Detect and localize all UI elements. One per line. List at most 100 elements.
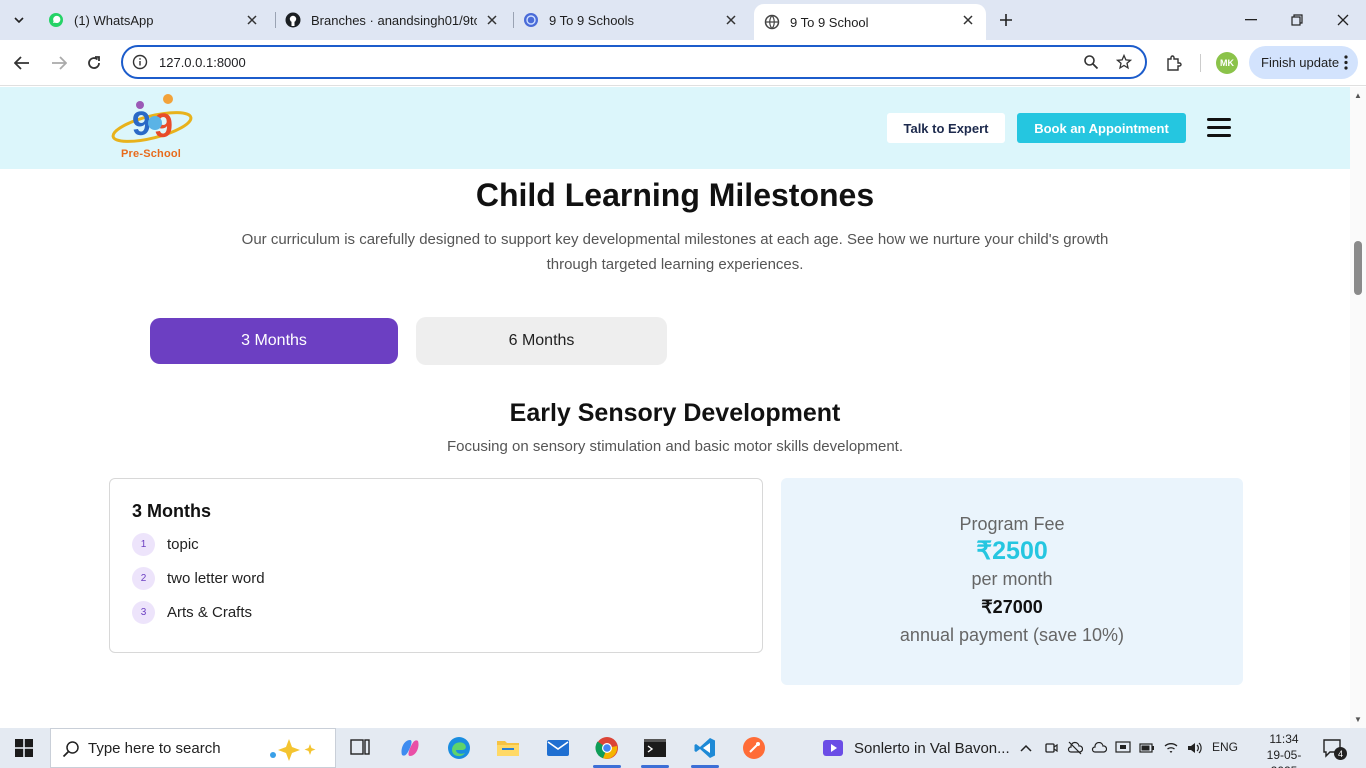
profile-avatar[interactable]: MK: [1216, 52, 1238, 74]
tab-divider: [275, 12, 276, 28]
browser-tab-strip: (1) WhatsApp Branches · anandsingh01/9to…: [0, 0, 1366, 40]
back-button[interactable]: [10, 51, 34, 75]
terminal-icon[interactable]: [635, 732, 675, 768]
item-label: two letter word: [167, 569, 265, 587]
globe-icon: [764, 14, 780, 30]
close-icon[interactable]: [244, 12, 260, 28]
cloud-offline-icon[interactable]: [1067, 740, 1083, 756]
scroll-down-icon[interactable]: ▼: [1353, 714, 1363, 724]
close-icon[interactable]: [960, 12, 976, 28]
arrow-right-icon: [52, 56, 67, 70]
plus-icon: [1000, 14, 1012, 26]
copilot-icon[interactable]: [390, 732, 430, 764]
page-scrollbar[interactable]: ▲ ▼: [1350, 87, 1366, 728]
minimize-button[interactable]: [1228, 0, 1274, 40]
tab-9to9-schools[interactable]: 9 To 9 Schools: [523, 0, 749, 40]
clock-date: 19-05-2025: [1266, 748, 1302, 768]
hamburger-menu-icon[interactable]: [1207, 117, 1233, 139]
file-explorer-icon[interactable]: [488, 732, 528, 764]
fee-period: per month: [971, 569, 1053, 589]
extensions-button[interactable]: [1162, 51, 1186, 75]
volume-icon[interactable]: [1186, 740, 1202, 756]
section-description: Focusing on sensory stimulation and basi…: [446, 438, 904, 455]
media-title: Sonlerto in Val Bavon...: [854, 739, 1010, 757]
media-widget[interactable]: Sonlerto in Val Bavon...: [822, 728, 1010, 768]
chevron-up-icon[interactable]: [1018, 740, 1034, 756]
talk-to-expert-button[interactable]: Talk to Expert: [887, 113, 1005, 143]
address-bar[interactable]: 127.0.0.1:8000: [121, 45, 1147, 79]
fee-annual-amount: ₹27000: [981, 597, 1043, 617]
tab-title: Branches · anandsingh01/9to9n: [311, 12, 477, 28]
postman-icon[interactable]: [734, 732, 774, 764]
close-icon: [1337, 14, 1349, 26]
chrome-icon[interactable]: [587, 732, 627, 768]
video-play-icon: [823, 740, 843, 756]
fee-annual-note: annual payment (save 10%): [899, 625, 1125, 645]
browser-toolbar: 127.0.0.1:8000 MK Finish update: [0, 40, 1366, 86]
kebab-menu-icon: [1344, 55, 1348, 70]
site-header: 9 9 Pre-School Talk to Expert Book an Ap…: [0, 87, 1350, 169]
start-button[interactable]: [0, 728, 48, 768]
tab-divider: [513, 12, 514, 28]
zoom-icon[interactable]: [1083, 54, 1099, 70]
restore-button[interactable]: [1274, 0, 1320, 40]
fee-monthly-amount: ₹2500: [976, 537, 1048, 565]
github-icon: [285, 12, 301, 28]
finish-update-button[interactable]: Finish update: [1249, 46, 1358, 79]
language-indicator[interactable]: ENG: [1212, 740, 1238, 754]
taskbar-search-box[interactable]: Type here to search: [50, 728, 336, 768]
item-label: Arts & Crafts: [167, 603, 253, 621]
edge-icon[interactable]: [439, 732, 479, 764]
close-window-button[interactable]: [1320, 0, 1366, 40]
globe-icon: [524, 13, 538, 27]
tab-whatsapp[interactable]: (1) WhatsApp: [48, 0, 270, 40]
book-appointment-button[interactable]: Book an Appointment: [1017, 113, 1186, 143]
item-label: topic: [167, 535, 199, 553]
whatsapp-icon: [49, 13, 63, 27]
notifications-button[interactable]: 4: [1322, 738, 1347, 760]
forward-button[interactable]: [47, 51, 71, 75]
clock-time: 11:34: [1269, 732, 1299, 746]
close-icon[interactable]: [484, 12, 500, 28]
list-item: 1 topic: [132, 532, 199, 556]
item-number-badge: 3: [132, 600, 155, 624]
tab-search-button[interactable]: [6, 8, 32, 32]
task-view-icon[interactable]: [340, 732, 380, 764]
search-icon: [62, 741, 79, 758]
vscode-icon[interactable]: [685, 732, 725, 768]
sparkle-icon: [270, 739, 316, 761]
bookmark-star-icon[interactable]: [1116, 54, 1132, 70]
clock[interactable]: 11:34 19-05-2025: [1258, 731, 1310, 768]
close-icon[interactable]: [723, 12, 739, 28]
scrollbar-thumb[interactable]: [1354, 241, 1362, 295]
finish-update-label: Finish update: [1261, 55, 1340, 70]
notification-count-badge: 4: [1334, 747, 1347, 760]
list-item: 3 Arts & Crafts: [132, 600, 252, 624]
logo-graphic: 9 9: [111, 94, 193, 145]
url-text[interactable]: 127.0.0.1:8000: [159, 55, 246, 70]
info-icon[interactable]: [132, 54, 148, 70]
wifi-icon[interactable]: [1163, 740, 1179, 756]
section-title: Early Sensory Development: [509, 399, 841, 427]
meet-now-icon[interactable]: [1043, 740, 1059, 756]
minimize-icon: [1245, 19, 1257, 21]
item-number-badge: 2: [132, 566, 155, 590]
web-page: 9 9 Pre-School Talk to Expert Book an Ap…: [0, 87, 1350, 728]
toolbar-divider: [1200, 54, 1201, 72]
chevron-down-icon: [14, 17, 24, 23]
tab-6-months[interactable]: 6 Months: [416, 317, 667, 365]
battery-icon[interactable]: [1139, 740, 1155, 756]
reload-button[interactable]: [82, 51, 106, 75]
item-number-badge: 1: [132, 532, 155, 556]
tab-3-months[interactable]: 3 Months: [150, 318, 398, 364]
tab-title: 9 To 9 School: [790, 14, 869, 30]
tab-9to9-school-active[interactable]: 9 To 9 School: [754, 4, 986, 40]
onedrive-icon[interactable]: [1091, 740, 1107, 756]
tab-github[interactable]: Branches · anandsingh01/9to9n: [285, 0, 510, 40]
scroll-up-icon[interactable]: ▲: [1353, 90, 1363, 100]
display-icon[interactable]: [1115, 740, 1131, 756]
new-tab-button[interactable]: [996, 10, 1016, 30]
mail-icon[interactable]: [538, 732, 578, 764]
arrow-left-icon: [14, 56, 29, 70]
logo-text: Pre-School: [121, 148, 182, 160]
